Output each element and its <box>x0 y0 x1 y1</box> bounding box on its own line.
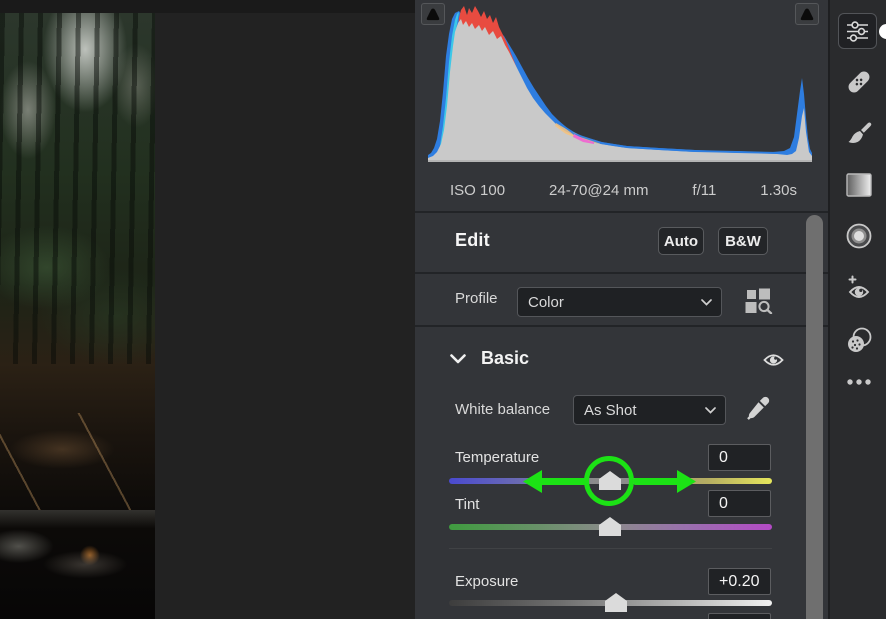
ellipsis-icon <box>845 378 873 386</box>
profile-row: Profile Color <box>415 274 828 325</box>
tint-value-input[interactable]: 0 <box>708 490 771 517</box>
exif-aperture: f/11 <box>692 182 716 199</box>
histogram[interactable] <box>428 6 812 164</box>
lightroom-edit-screen: ISO 100 24-70@24 mm f/11 1.30s Edit Auto… <box>0 0 886 619</box>
tool-rail <box>828 0 886 619</box>
sliders-icon <box>845 19 870 44</box>
temperature-value-input[interactable]: 0 <box>708 444 771 471</box>
histogram-luminance <box>428 19 812 162</box>
linear-gradient-icon <box>846 173 872 197</box>
annotation-arrow-left-shaft <box>540 478 585 485</box>
photo-trees-texture <box>0 13 155 364</box>
basic-section-title: Basic <box>481 348 529 369</box>
profile-label: Profile <box>455 290 498 307</box>
healing-bandaid-icon <box>844 67 874 97</box>
canvas-top-strip <box>0 0 415 13</box>
section-divider <box>415 325 828 327</box>
profile-browser-icon[interactable] <box>745 288 773 314</box>
exposure-label: Exposure <box>455 573 518 590</box>
healing-tool-button[interactable] <box>830 67 886 97</box>
exif-iso: ISO 100 <box>450 182 505 199</box>
radial-gradient-tool-button[interactable] <box>830 222 886 250</box>
grain-icon <box>844 326 874 356</box>
chevron-down-icon <box>705 407 716 414</box>
exif-lens: 24-70@24 mm <box>549 182 648 199</box>
linear-gradient-tool-button[interactable] <box>830 171 886 199</box>
bw-button[interactable]: B&W <box>718 227 768 255</box>
temperature-label: Temperature <box>455 449 539 466</box>
edit-tool-button[interactable] <box>838 13 877 49</box>
annotation-arrow-right-shaft <box>634 478 679 485</box>
exposure-slider-handle[interactable] <box>605 593 627 612</box>
photo-water-texture <box>0 510 155 528</box>
red-eye-tool-button[interactable] <box>830 273 886 305</box>
edit-panel: ISO 100 24-70@24 mm f/11 1.30s Edit Auto… <box>415 0 828 619</box>
histogram-baseline <box>428 160 812 162</box>
eye-icon[interactable] <box>763 352 784 368</box>
exposure-value-input[interactable]: +0.20 <box>708 568 771 595</box>
profile-select-value: Color <box>528 294 564 311</box>
radial-gradient-icon <box>845 222 873 250</box>
exposure-value: +0.20 <box>719 573 759 591</box>
basic-section-header[interactable]: Basic <box>415 342 828 378</box>
contrast-value-input[interactable] <box>708 613 771 619</box>
group-separator <box>449 548 772 549</box>
white-balance-value: As Shot <box>584 402 637 419</box>
exif-shutter: 1.30s <box>760 182 797 199</box>
tint-slider-handle[interactable] <box>599 517 621 536</box>
edit-header: Edit Auto B&W <box>415 212 828 272</box>
auto-button[interactable]: Auto <box>658 227 704 255</box>
white-balance-select[interactable]: As Shot <box>573 395 726 425</box>
exif-metadata-row: ISO 100 24-70@24 mm f/11 1.30s <box>450 170 797 210</box>
brush-icon <box>845 120 873 148</box>
red-eye-icon <box>843 273 875 305</box>
brush-tool-button[interactable] <box>830 119 886 149</box>
panel-scrollbar[interactable] <box>806 215 823 619</box>
photo-canvas <box>0 0 415 619</box>
tint-label: Tint <box>455 496 479 513</box>
temperature-value: 0 <box>719 449 728 467</box>
grain-tool-button[interactable] <box>830 326 886 356</box>
photo-thumbnail <box>0 13 155 619</box>
eyedropper-icon[interactable] <box>745 394 772 421</box>
annotation-circle <box>584 456 634 506</box>
chevron-down-icon <box>450 354 466 364</box>
white-balance-label: White balance <box>455 401 550 418</box>
photo-branches-texture <box>0 413 155 510</box>
edge-indicator-dot <box>879 24 886 39</box>
chevron-down-icon <box>701 299 712 306</box>
more-options-button[interactable] <box>830 372 886 392</box>
panel-title: Edit <box>455 230 490 251</box>
annotation-arrow-right-icon <box>677 470 696 493</box>
profile-select[interactable]: Color <box>517 287 722 317</box>
tint-value: 0 <box>719 495 728 513</box>
